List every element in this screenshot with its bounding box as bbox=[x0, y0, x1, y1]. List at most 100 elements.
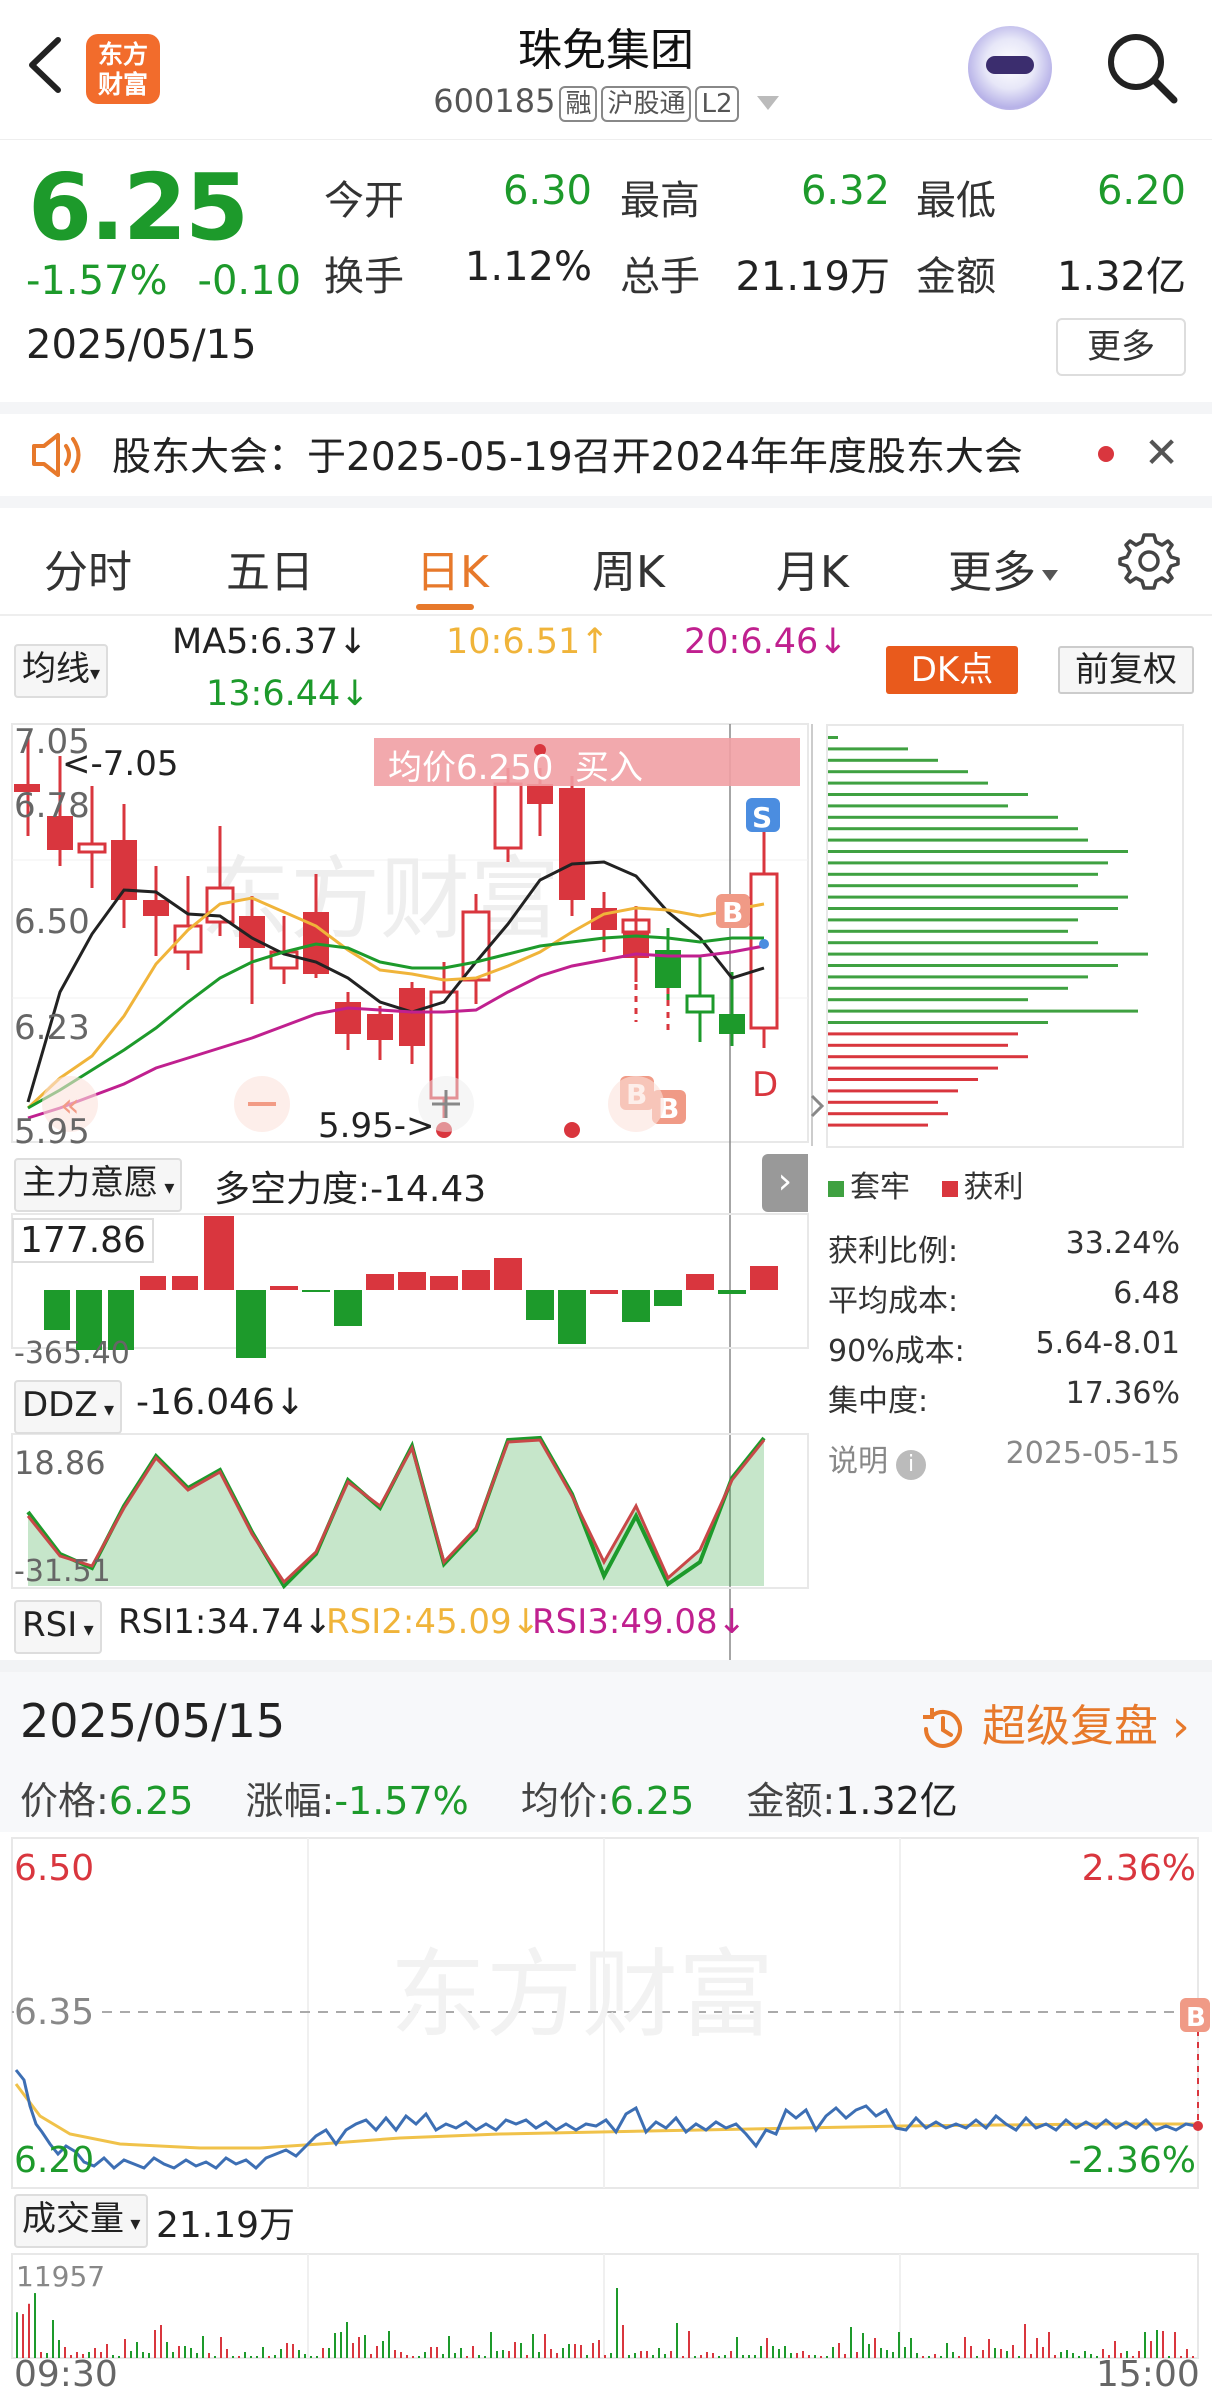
app-logo[interactable]: 东方 财富 bbox=[86, 34, 160, 104]
volume-bar bbox=[16, 2312, 18, 2358]
indicator1-selector[interactable]: 主力意愿 ▾ bbox=[14, 1158, 183, 1212]
tag-level2: L2 bbox=[695, 86, 739, 122]
chip-bar bbox=[828, 929, 1068, 933]
chart-nav-controls[interactable]: « bbox=[42, 1076, 830, 1134]
volume-bar bbox=[466, 2356, 468, 2358]
intraday-avg-line bbox=[14, 2083, 1196, 2150]
watermark: 东方财富 bbox=[390, 1939, 774, 2051]
volume-bar bbox=[850, 2327, 852, 2358]
chip-row: 集中度: 17.36% bbox=[828, 1376, 1180, 1420]
chevron-right-icon[interactable] bbox=[810, 1094, 825, 1118]
ma-selector[interactable]: 均线▾ bbox=[14, 644, 109, 698]
volume-bar bbox=[598, 2340, 600, 2358]
volume-bar bbox=[790, 2353, 792, 2358]
volume-bar bbox=[130, 2351, 132, 2358]
volume-bar bbox=[706, 2352, 708, 2358]
ddz-area bbox=[28, 1438, 764, 1586]
rsi2-value: RSI2:45.09↓ bbox=[326, 1602, 541, 1642]
tab-daily-k[interactable]: 日K bbox=[416, 536, 489, 600]
avg-price-banner-text[interactable]: 均价6.250 买入 bbox=[388, 740, 643, 789]
chevron-down-icon: ▾ bbox=[97, 1397, 115, 1421]
volume-bar bbox=[604, 2355, 606, 2358]
chip-bar bbox=[828, 758, 938, 762]
indicator3-selector[interactable]: RSI ▾ bbox=[14, 1600, 102, 1654]
robot-assistant-avatar[interactable] bbox=[968, 26, 1052, 110]
volume-bar bbox=[874, 2338, 876, 2358]
volume-bar bbox=[652, 2355, 654, 2358]
intraday-chart[interactable]: 东方财富 B bbox=[0, 1834, 1212, 2396]
high-price-marker: <-7.05 bbox=[62, 744, 179, 784]
legend-trap: 套牢 bbox=[850, 1170, 910, 1205]
volume-bar bbox=[292, 2344, 294, 2358]
volume-bar bbox=[844, 2354, 846, 2358]
volume-bar bbox=[640, 2351, 642, 2358]
indicator2-selector[interactable]: DDZ ▾ bbox=[14, 1380, 123, 1434]
more-quote-button[interactable]: 更多 bbox=[1056, 318, 1186, 376]
notice-text[interactable]: 股东大会：于2025-05-19召开2024年年度股东大会 bbox=[112, 426, 1023, 482]
ma-selector-label: 均线 bbox=[22, 649, 90, 689]
search-icon[interactable] bbox=[1104, 30, 1180, 106]
volume-bar bbox=[280, 2349, 282, 2358]
chip-distribution[interactable] bbox=[826, 724, 1184, 1148]
volume-bar bbox=[472, 2346, 474, 2358]
volume-bar bbox=[376, 2346, 378, 2358]
chip-note-row[interactable]: 说明 i 2025-05-15 bbox=[828, 1436, 1180, 1480]
volume-bar bbox=[34, 2293, 36, 2358]
volume-bar bbox=[202, 2336, 204, 2358]
chip-row: 90%成本: 5.64-8.01 bbox=[828, 1326, 1180, 1370]
fuquan-button[interactable]: 前复权 bbox=[1058, 646, 1194, 694]
chip-value: 5.64-8.01 bbox=[1035, 1326, 1180, 1361]
stock-code-line[interactable]: 600185 融沪股通 L2 bbox=[300, 82, 912, 122]
chip-bar bbox=[828, 1100, 938, 1104]
chevron-down-icon: ▾ bbox=[90, 661, 101, 685]
volume-bar bbox=[838, 2343, 840, 2358]
close-icon[interactable]: ✕ bbox=[1144, 428, 1179, 477]
expand-indicator-button[interactable]: › bbox=[762, 1154, 808, 1212]
info-icon[interactable]: i bbox=[896, 1450, 926, 1480]
volume-bar bbox=[430, 2347, 432, 2358]
tab-more[interactable]: 更多 bbox=[948, 536, 1058, 600]
volume-bar bbox=[364, 2335, 366, 2358]
volume-bar bbox=[352, 2343, 354, 2358]
summary-avg-label: 均价: bbox=[520, 1779, 610, 1823]
dropdown-triangle-icon[interactable] bbox=[756, 96, 779, 110]
volume-bar bbox=[580, 2345, 582, 2358]
volume-bar bbox=[736, 2337, 738, 2358]
chip-bar bbox=[828, 804, 1008, 808]
super-review-link[interactable]: 超级复盘 › bbox=[918, 1690, 1190, 1754]
volume-bar bbox=[496, 2351, 498, 2358]
rsi3-value: RSI3:49.08↓ bbox=[532, 1602, 747, 1642]
tab-monthly-k[interactable]: 月K bbox=[776, 536, 849, 600]
y-label-3: 6.50 bbox=[14, 902, 90, 942]
volume-bar bbox=[232, 2356, 234, 2358]
intraday-mid-left: 6.35 bbox=[14, 1992, 95, 2033]
volume-bar bbox=[256, 2356, 258, 2358]
chip-bar bbox=[828, 964, 1118, 967]
gear-icon[interactable] bbox=[1118, 530, 1180, 592]
volume-bar bbox=[490, 2332, 492, 2358]
volume-bar bbox=[334, 2333, 336, 2358]
high-label: 最高 bbox=[620, 178, 700, 224]
chip-bar bbox=[828, 815, 1058, 819]
volume-bar bbox=[1078, 2356, 1080, 2358]
volume-bar bbox=[856, 2352, 858, 2358]
section-separator bbox=[0, 1660, 1212, 1672]
chip-bar bbox=[828, 1089, 958, 1093]
volume-selector[interactable]: 成交量 ▾ bbox=[14, 2194, 149, 2248]
intraday-top-right: 2.36% bbox=[1081, 1848, 1196, 1889]
tab-weekly-k[interactable]: 周K bbox=[592, 536, 665, 600]
chip-bar bbox=[828, 850, 1128, 853]
tab-five-day[interactable]: 五日 bbox=[226, 536, 314, 600]
chip-bar bbox=[828, 872, 1098, 876]
volume-bar bbox=[814, 2355, 816, 2358]
volume-bar bbox=[760, 2346, 762, 2358]
chip-bar bbox=[828, 770, 968, 774]
chip-bar bbox=[828, 952, 1148, 956]
volume-bar bbox=[382, 2341, 384, 2358]
volume-bar bbox=[964, 2337, 966, 2358]
volume-bar bbox=[628, 2355, 630, 2358]
tab-intraday[interactable]: 分时 bbox=[44, 536, 132, 600]
dk-point-button[interactable]: DK点 bbox=[886, 646, 1018, 694]
back-arrow-icon[interactable] bbox=[22, 32, 70, 98]
time-start: 09:30 bbox=[14, 2354, 118, 2395]
